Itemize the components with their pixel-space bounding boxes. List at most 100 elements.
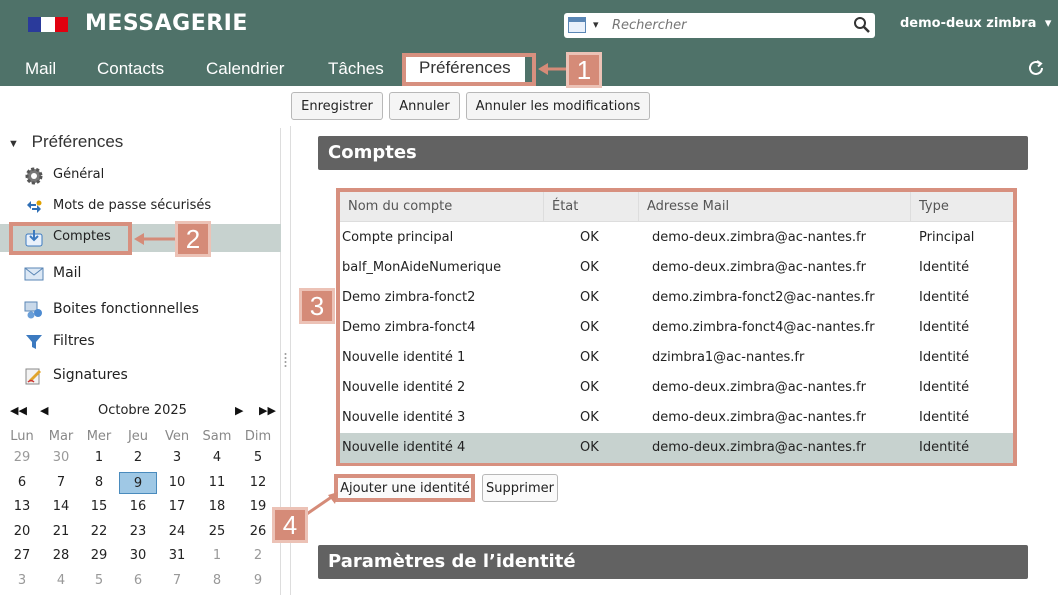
annotation-badge-4: 4 (272, 507, 308, 543)
calendar-day[interactable]: 2 (239, 545, 277, 567)
table-row[interactable]: Compte principal OK demo-deux.zimbra@ac-na… (340, 223, 1013, 253)
calendar-day[interactable]: 16 (119, 496, 157, 518)
table-row[interactable]: Demo zimbra-fonct4 OK demo.zimbra-fonct4@a… (340, 313, 1013, 343)
column-header-type[interactable]: Type (911, 192, 1013, 222)
calendar-day[interactable]: 20 (3, 521, 41, 543)
search-scope-caret-icon[interactable]: ▾ (593, 18, 599, 31)
table-row[interactable]: Nouvelle identité 3 OK demo-deux.zimbra@ac… (340, 403, 1013, 433)
refresh-icon[interactable] (1026, 58, 1046, 78)
calendar-day[interactable]: 4 (198, 447, 236, 469)
password-icon (27, 200, 42, 213)
calendar-day[interactable]: 30 (119, 545, 157, 567)
cell-type: Principal (919, 230, 975, 245)
calendar-day[interactable]: 3 (158, 447, 196, 469)
calendar-day[interactable]: 9 (239, 570, 277, 592)
prev-month-icon[interactable]: ◀ (40, 404, 48, 417)
next-month-icon[interactable]: ▶ (235, 404, 243, 417)
calendar-day[interactable]: 1 (198, 545, 236, 567)
sidebar-item-signatures[interactable]: Signatures (0, 362, 281, 390)
calendar-day[interactable]: 14 (42, 496, 80, 518)
search-icon[interactable] (853, 16, 871, 34)
calendar-day[interactable]: 25 (198, 521, 236, 543)
filter-icon (26, 335, 42, 349)
cell-type: Identité (919, 290, 970, 305)
calendar-day[interactable]: 30 (42, 447, 80, 469)
calendar-day[interactable]: 12 (239, 472, 277, 494)
collapse-toggle-icon[interactable]: ▼ (8, 138, 19, 150)
annotation-highlight-add-identity (334, 474, 475, 502)
table-row[interactable]: balf_MonAideNumerique OK demo-deux.zimbra@… (340, 253, 1013, 283)
calendar-day[interactable]: 17 (158, 496, 196, 518)
calendar-day[interactable]: 11 (198, 472, 236, 494)
tab-mail[interactable]: Mail (25, 59, 56, 79)
calendar-day[interactable]: 21 (42, 521, 80, 543)
save-button[interactable]: Enregistrer (291, 92, 383, 120)
cell-state: OK (580, 350, 599, 365)
table-row[interactable]: Nouvelle identité 4 OK demo-deux.zimbra@ac… (340, 433, 1013, 463)
annotation-badge-2: 2 (175, 221, 211, 257)
search-input[interactable] (612, 15, 842, 36)
sidebar-item-label: Filtres (53, 333, 95, 349)
calendar-day[interactable]: 1 (80, 447, 118, 469)
user-menu[interactable]: demo-deux zimbra ▾ (900, 16, 1051, 31)
search-box[interactable]: ▾ (564, 13, 875, 38)
calendar-month: Octobre 2025 (98, 403, 187, 418)
calendar-day[interactable]: 15 (80, 496, 118, 518)
app-window: MESSAGERIE ▾ demo-deux zimbra ▾ Mail Con… (0, 0, 1058, 595)
sidebar-item-label: Mots de passe sécurisés (53, 198, 212, 213)
calendar-day[interactable]: 6 (3, 472, 41, 494)
calendar-day[interactable]: 8 (198, 570, 236, 592)
delete-button[interactable]: Supprimer (482, 474, 558, 502)
calendar-day[interactable]: 29 (80, 545, 118, 567)
cell-email: demo-deux.zimbra@ac-nantes.fr (652, 260, 866, 275)
calendar-day[interactable]: 8 (80, 472, 118, 494)
cell-name: Nouvelle identité 4 (342, 440, 466, 455)
calendar-day[interactable]: 7 (42, 472, 80, 494)
tab-contacts[interactable]: Contacts (97, 59, 164, 79)
table-row[interactable]: Nouvelle identité 2 OK demo-deux.zimbra@ac… (340, 373, 1013, 403)
calendar-day[interactable]: 27 (3, 545, 41, 567)
splitter-handle-icon[interactable] (284, 352, 287, 368)
calendar-day[interactable]: 18 (198, 496, 236, 518)
calendar-day[interactable]: 2 (119, 447, 157, 469)
sidebar-item-filters[interactable]: Filtres (0, 328, 281, 356)
column-header-email[interactable]: Adresse Mail (639, 192, 911, 222)
user-name: demo-deux zimbra (900, 16, 1037, 31)
calendar-day[interactable]: 13 (3, 496, 41, 518)
weekday-label: Mer (86, 429, 112, 444)
calendar-day[interactable]: 28 (42, 545, 80, 567)
calendar-day[interactable]: 3 (3, 570, 41, 592)
calendar-day[interactable]: 31 (158, 545, 196, 567)
next-year-icon[interactable]: ▶▶ (259, 404, 276, 417)
calendar-day[interactable]: 5 (239, 447, 277, 469)
cancel-button[interactable]: Annuler (389, 92, 460, 120)
table-row[interactable]: Nouvelle identité 1 OK dzimbra1@ac-nantes.… (340, 343, 1013, 373)
table-row[interactable]: Demo zimbra-fonct2 OK demo.zimbra-fonct2@a… (340, 283, 1013, 313)
calendar-day[interactable]: 5 (80, 570, 118, 592)
mail-icon (24, 267, 44, 281)
sidebar-item-mail[interactable]: Mail (0, 260, 281, 288)
calendar-day[interactable]: 23 (119, 521, 157, 543)
calendar-day[interactable]: 22 (80, 521, 118, 543)
calendar-day[interactable]: 29 (3, 447, 41, 469)
tab-taches[interactable]: Tâches (328, 59, 384, 79)
annotation-badge-3: 3 (299, 288, 335, 324)
column-header-name[interactable]: Nom du compte (340, 192, 544, 222)
calendar-day[interactable]: 10 (158, 472, 196, 494)
sidebar-item-passwords[interactable]: Mots de passe sécurisés (0, 193, 281, 221)
calendar-day[interactable]: 24 (158, 521, 196, 543)
accounts-table: Nom du compte État Adresse Mail Type Com… (336, 188, 1017, 466)
tab-calendrier[interactable]: Calendrier (206, 59, 284, 79)
calendar-day[interactable]: 7 (158, 570, 196, 592)
sidebar-item-general[interactable]: Général (0, 162, 281, 190)
sidebar-item-functional-boxes[interactable]: Boites fonctionnelles (0, 296, 281, 324)
prev-year-icon[interactable]: ◀◀ (10, 404, 27, 417)
sidebar-header[interactable]: ▼ Préférences (8, 132, 123, 152)
calendar-day[interactable]: 6 (119, 570, 157, 592)
column-header-state[interactable]: État (544, 192, 639, 222)
calendar-day[interactable]: 9 (119, 471, 157, 494)
identity-settings-section-header: Paramètres de l’identité (318, 545, 1028, 579)
search-scope-calendar-icon[interactable] (568, 17, 586, 33)
calendar-day[interactable]: 4 (42, 570, 80, 592)
revert-changes-button[interactable]: Annuler les modifications (466, 92, 650, 120)
